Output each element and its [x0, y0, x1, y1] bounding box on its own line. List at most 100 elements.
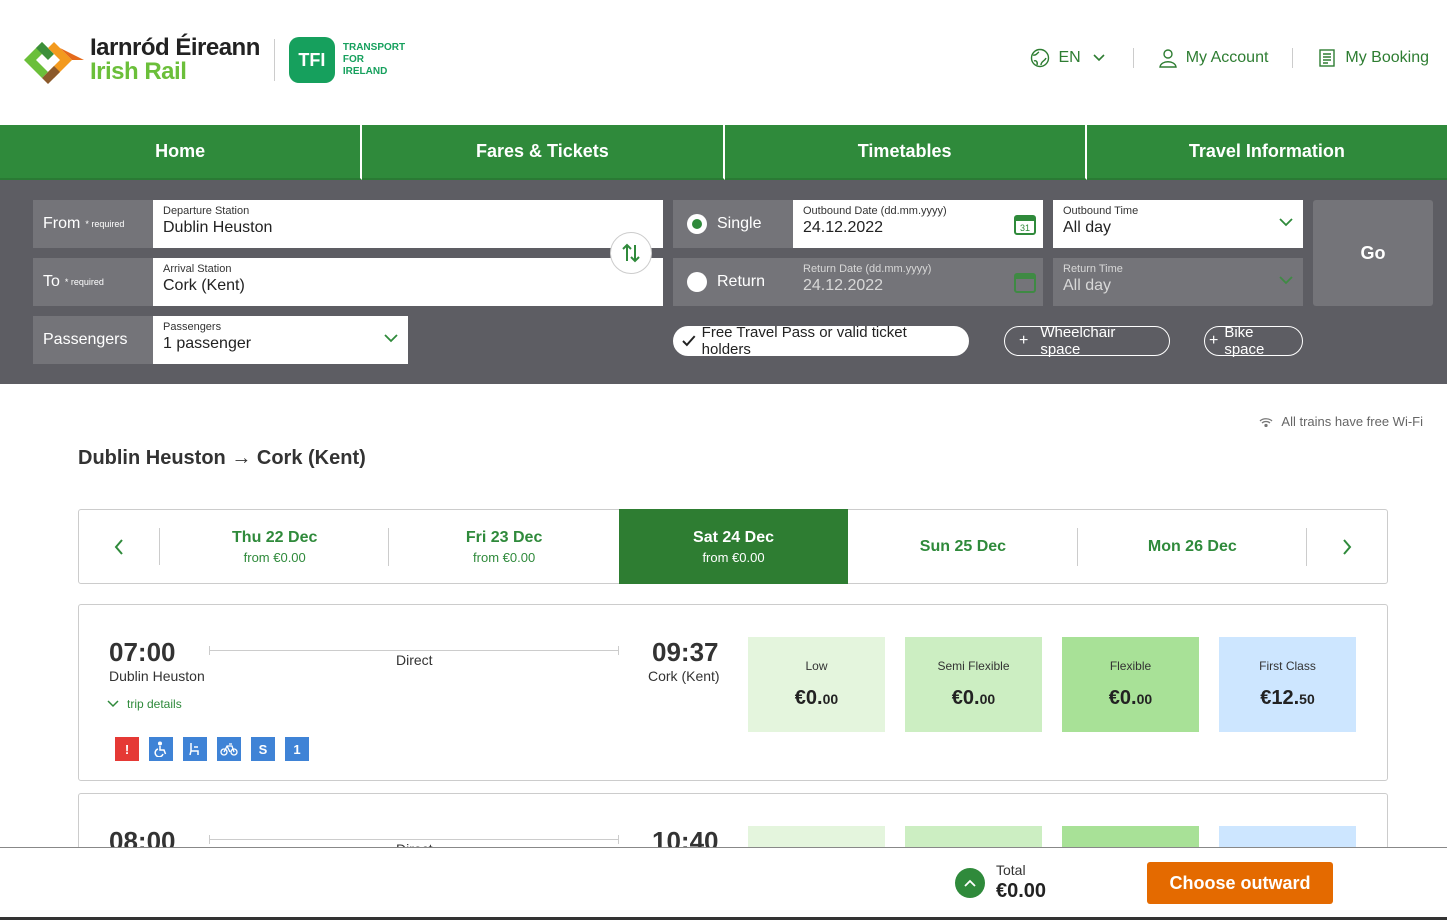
single-radio[interactable]: Single: [673, 200, 793, 248]
tfi-badge: TFI: [288, 37, 335, 83]
journey-card[interactable]: 07:00 Dublin Heuston Direct 09:37 Cork (…: [78, 604, 1388, 781]
arrival-station-value: Cork (Kent): [163, 277, 245, 294]
departure-station-label: Departure Station: [163, 205, 250, 217]
date-price: from €0.00: [243, 549, 306, 565]
tfi-line-2: FOR: [342, 54, 364, 65]
free-travel-pass-toggle[interactable]: Free Travel Pass or valid ticket holders: [673, 324, 969, 358]
chevron-down-icon: [107, 700, 119, 708]
fare-price: €0.00: [795, 687, 838, 710]
return-date-value: 24.12.2022: [803, 277, 884, 294]
fare-price: €0.00: [952, 687, 995, 710]
next-dates-button[interactable]: [1307, 510, 1387, 583]
my-booking-link[interactable]: My Booking: [1292, 48, 1429, 68]
logo-divider: [273, 39, 275, 81]
journey-line: [209, 646, 619, 655]
outbound-date-value: 24.12.2022: [803, 219, 884, 236]
return-time-value: All day: [1063, 277, 1112, 294]
language-selector[interactable]: EN: [1006, 48, 1132, 68]
seat-icon[interactable]: [183, 737, 207, 761]
swap-arrows-icon: [622, 243, 640, 263]
globe-icon: [1030, 48, 1050, 68]
outbound-time-label: Outbound Time: [1063, 205, 1139, 217]
tfi-text: TRANSPORT FOR IRELAND: [343, 42, 405, 78]
date-price: from €0.00: [702, 549, 765, 565]
date-label: Thu 22 Dec: [232, 528, 318, 546]
wheelchair-icon[interactable]: [149, 737, 173, 761]
outbound-date-label: Outbound Date (dd.mm.yyyy): [803, 205, 947, 217]
my-account-label: My Account: [1185, 49, 1269, 66]
swap-stations-button[interactable]: [610, 232, 652, 274]
arrive-station: Cork (Kent): [648, 668, 720, 684]
return-time-label: Return Time: [1063, 263, 1123, 275]
arrive-time: 09:37: [652, 637, 719, 667]
service-s-icon[interactable]: S: [251, 737, 275, 761]
booking-document-icon: [1317, 48, 1337, 68]
single-radio-dot[interactable]: [687, 214, 707, 234]
calendar-icon[interactable]: 31: [1013, 212, 1037, 241]
fare-name: First Class: [1259, 659, 1316, 673]
date-selector: Thu 22 Dec from €0.00 Fri 23 Dec from €0…: [78, 509, 1388, 584]
return-time-select[interactable]: Return Time All day: [1053, 258, 1303, 306]
date-tab-sun-25[interactable]: Sun 25 Dec: [848, 510, 1079, 583]
wheelchair-space-toggle[interactable]: + Wheelchair space: [1004, 324, 1170, 358]
bike-space-toggle[interactable]: + Bike space: [1204, 324, 1303, 358]
fare-euros: €0.: [1108, 687, 1137, 709]
expand-basket-button[interactable]: [955, 868, 985, 898]
date-tab-sat-24[interactable]: Sat 24 Dec from €0.00: [618, 509, 849, 584]
nav-travel-information[interactable]: Travel Information: [1086, 125, 1447, 180]
basket-bar: Total €0.00 Choose outward: [0, 847, 1447, 920]
arrival-station-label: Arrival Station: [163, 263, 232, 275]
fare-euros: €12.: [1260, 687, 1300, 709]
chevron-up-icon: [964, 879, 976, 887]
fare-cents: 00: [979, 691, 996, 707]
route-title: Dublin Heuston → Cork (Kent): [78, 447, 366, 469]
my-booking-label: My Booking: [1345, 49, 1429, 66]
passengers-select[interactable]: Passengers 1 passenger: [153, 316, 408, 364]
go-button[interactable]: Go: [1313, 200, 1433, 306]
first-class-icon[interactable]: 1: [285, 737, 309, 761]
depart-time: 07:00: [109, 637, 176, 667]
chevron-down-icon: [1279, 272, 1293, 290]
alert-icon[interactable]: !: [115, 737, 139, 761]
fare-price: €12.50: [1260, 687, 1315, 710]
nav-timetables[interactable]: Timetables: [724, 125, 1087, 180]
my-account-link[interactable]: My Account: [1132, 48, 1293, 68]
language-label: EN: [1058, 49, 1081, 66]
logo-irish-name: Iarnród Éireann: [90, 34, 260, 61]
departure-station-field[interactable]: Departure Station Dublin Heuston: [153, 200, 663, 248]
fare-flexible[interactable]: Flexible €0.00: [1062, 637, 1199, 732]
date-price: from €0.00: [473, 549, 536, 565]
nav-home[interactable]: Home: [0, 125, 363, 180]
trip-details-toggle[interactable]: trip details: [107, 697, 182, 711]
wheelchair-space-label: Wheelchair space: [1040, 324, 1116, 358]
journey-badges: ! S 1: [115, 737, 309, 761]
fare-low[interactable]: Low €0.00: [748, 637, 885, 732]
free-travel-pass-label: Free Travel Pass or valid ticket holders: [701, 324, 907, 358]
logo-english-name: Irish Rail: [90, 58, 187, 85]
arrival-station-field[interactable]: Arrival Station Cork (Kent): [153, 258, 663, 306]
fare-cents: 00: [822, 691, 839, 707]
top-links: EN My Account My Booking: [1006, 48, 1429, 68]
nav-fares-tickets[interactable]: Fares & Tickets: [362, 125, 725, 180]
chevron-down-icon: [1279, 214, 1293, 232]
outbound-time-select[interactable]: Outbound Time All day: [1053, 200, 1303, 248]
fare-semi-flexible[interactable]: Semi Flexible €0.00: [905, 637, 1042, 732]
return-date-field[interactable]: Return Date (dd.mm.yyyy) 24.12.2022: [793, 258, 1043, 306]
fare-first-class[interactable]: First Class €12.50: [1219, 637, 1356, 732]
irish-rail-logo[interactable]: Iarnród Éireann Irish Rail TFI TRANSPORT…: [24, 36, 405, 84]
return-label: Return: [717, 273, 766, 290]
irish-rail-logo-mark-icon: [24, 36, 84, 84]
return-radio[interactable]: Return: [673, 258, 793, 306]
date-tab-thu-22[interactable]: Thu 22 Dec from €0.00: [160, 510, 390, 583]
outbound-date-field[interactable]: Outbound Date (dd.mm.yyyy) 24.12.2022 31: [793, 200, 1043, 248]
bike-icon[interactable]: [217, 737, 241, 761]
fare-cents: 00: [1136, 691, 1153, 707]
choose-outward-button[interactable]: Choose outward: [1147, 862, 1333, 904]
date-tab-mon-26[interactable]: Mon 26 Dec: [1078, 510, 1308, 583]
previous-dates-button[interactable]: [79, 510, 159, 583]
user-icon: [1158, 48, 1178, 68]
calendar-icon[interactable]: [1013, 270, 1037, 299]
journey-line: [209, 835, 619, 844]
date-tab-fri-23[interactable]: Fri 23 Dec from €0.00: [389, 510, 618, 583]
return-radio-dot[interactable]: [687, 272, 707, 292]
